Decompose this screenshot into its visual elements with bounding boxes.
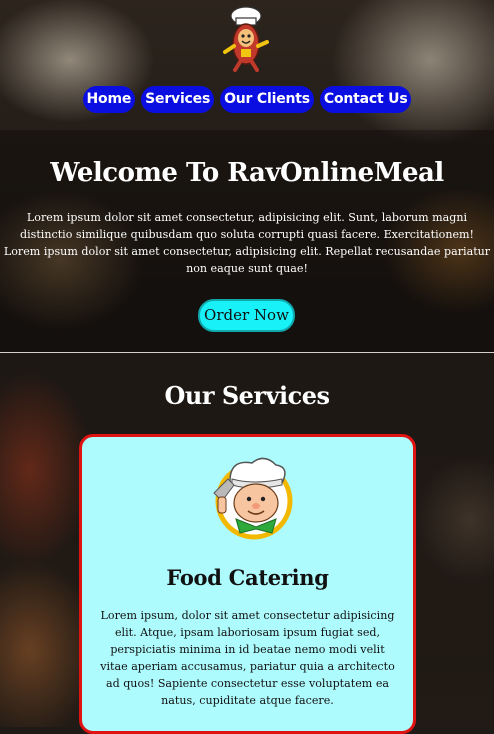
service-card-food-catering: Food Catering Lorem ipsum, dolor sit ame… (79, 434, 416, 734)
service-card-title: Food Catering (166, 565, 329, 590)
nav-clients-link[interactable]: Our Clients (220, 86, 314, 113)
nav-services-link[interactable]: Services (141, 86, 215, 113)
nav-contact-link[interactable]: Contact Us (319, 86, 412, 113)
services-title: Our Services (164, 381, 330, 410)
hero-title: Welcome To RavOnlineMeal (50, 158, 444, 188)
service-card-text: Lorem ipsum, dolor sit amet consectetur … (100, 609, 395, 707)
hero-section: Welcome To RavOnlineMeal Lorem ipsum dol… (0, 130, 494, 353)
main-nav: Home Services Our Clients Contact Us (0, 86, 494, 113)
nav-home-link[interactable]: Home (82, 86, 136, 113)
logo-icon[interactable] (215, 2, 277, 72)
chef-icon (213, 457, 293, 540)
page: Home Services Our Clients Contact Us Wel… (0, 0, 494, 734)
hero-text: Lorem ipsum dolor sit amet consectetur, … (3, 211, 491, 275)
order-now-button[interactable]: Order Now (198, 299, 295, 332)
